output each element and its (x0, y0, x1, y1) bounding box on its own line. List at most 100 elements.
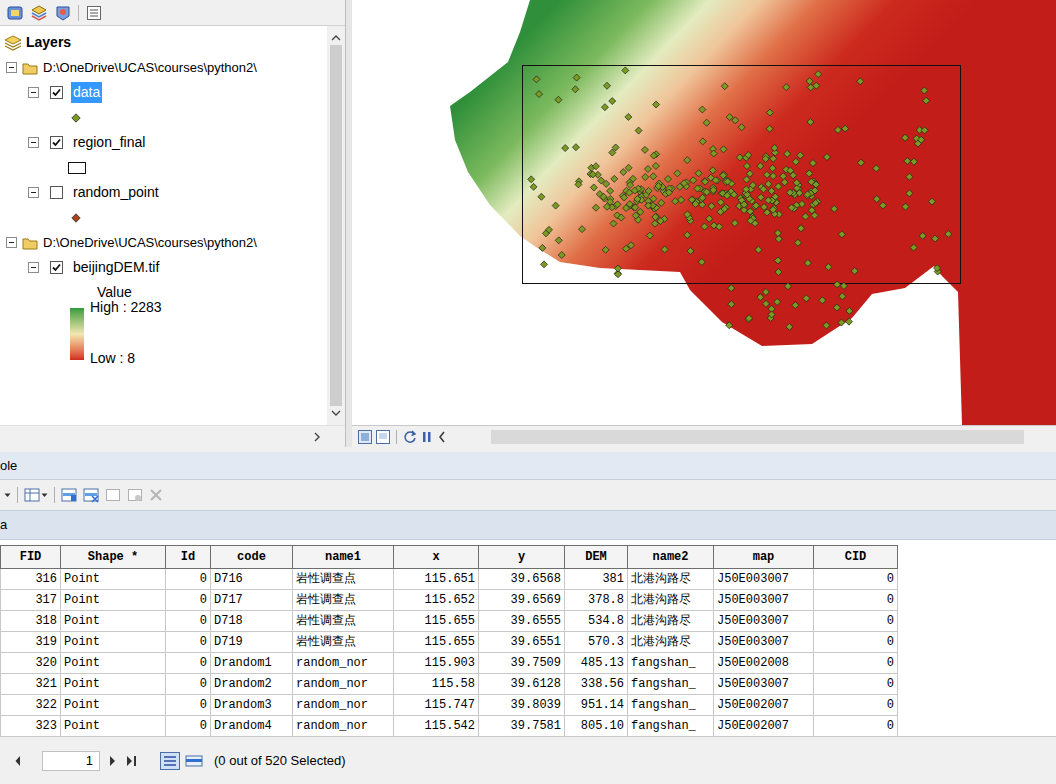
page-field[interactable]: 1 (42, 751, 100, 771)
scroll-up-icon[interactable] (331, 34, 341, 41)
map-point[interactable] (745, 151, 752, 158)
map-point[interactable] (825, 263, 832, 270)
map-point[interactable] (536, 91, 543, 98)
table-cell[interactable]: 北港沟路尽 (628, 569, 714, 590)
map-point[interactable] (724, 178, 731, 185)
map-point[interactable] (614, 265, 621, 272)
expand-toggle-icon[interactable] (28, 87, 39, 98)
show-selected-records-icon[interactable] (184, 752, 204, 770)
map-point[interactable] (533, 76, 540, 83)
layer-row[interactable]: data (0, 80, 327, 105)
table-cell[interactable]: 381 (565, 569, 628, 590)
table-cell[interactable]: 320 (1, 653, 61, 674)
map-point[interactable] (716, 223, 723, 230)
map-point[interactable] (731, 191, 738, 198)
table-cell[interactable]: 0 (814, 590, 898, 611)
list-by-selection-icon[interactable] (85, 4, 103, 22)
map-point[interactable] (573, 74, 580, 81)
map-point[interactable] (910, 244, 917, 251)
table-cell[interactable]: Drandom4 (211, 716, 293, 737)
map-point[interactable] (815, 71, 822, 78)
map-point[interactable] (923, 97, 930, 104)
map-point[interactable] (775, 183, 782, 190)
dropdown-arrow-icon[interactable] (41, 493, 48, 498)
map-point[interactable] (710, 187, 717, 194)
map-point[interactable] (706, 215, 713, 222)
map-point[interactable] (610, 220, 617, 227)
splitter[interactable] (345, 0, 352, 447)
scroll-down-icon[interactable] (331, 410, 341, 417)
toc-root-row[interactable]: Layers (0, 30, 327, 55)
visibility-checkbox[interactable] (50, 86, 63, 99)
map-point[interactable] (902, 203, 909, 210)
table-cell[interactable]: 378.8 (565, 590, 628, 611)
table-cell[interactable]: 115.903 (394, 653, 479, 674)
map-point[interactable] (635, 127, 642, 134)
map-point[interactable] (857, 78, 864, 85)
table-cell[interactable]: 0 (166, 653, 211, 674)
table-cell[interactable]: Point (61, 590, 166, 611)
map-point[interactable] (833, 304, 840, 311)
map-point[interactable] (555, 237, 562, 244)
map-point[interactable] (797, 152, 804, 159)
table-row[interactable]: 318Point0D718岩性调查点115.65539.6555534.8北港沟… (1, 611, 898, 632)
map-point[interactable] (752, 203, 759, 210)
map-point[interactable] (921, 127, 928, 134)
column-header[interactable]: DEM (565, 546, 628, 569)
map-point[interactable] (631, 187, 638, 194)
visibility-checkbox[interactable] (50, 136, 63, 149)
map-point[interactable] (607, 187, 614, 194)
table-cell[interactable]: 0 (814, 611, 898, 632)
map-point[interactable] (614, 201, 621, 208)
map-point[interactable] (650, 152, 657, 159)
map-point[interactable] (798, 201, 805, 208)
map-point[interactable] (902, 134, 909, 141)
table-cell[interactable]: 338.56 (565, 674, 628, 695)
map-point[interactable] (538, 193, 545, 200)
map-point[interactable] (552, 202, 559, 209)
table-cell[interactable]: D716 (211, 569, 293, 590)
table-cell[interactable]: 39.8039 (479, 695, 565, 716)
dem-map[interactable] (352, 0, 1056, 425)
map-point[interactable] (904, 157, 911, 164)
map-point[interactable] (600, 193, 607, 200)
map-point[interactable] (702, 178, 709, 185)
map-point[interactable] (530, 183, 537, 190)
table-row[interactable]: 323Point0Drandom4random_nor115.54239.758… (1, 716, 898, 737)
layer-name[interactable]: data (71, 82, 102, 103)
list-by-source-icon[interactable] (30, 4, 48, 22)
map-point[interactable] (842, 125, 849, 132)
table-cell[interactable]: fangshan_ (628, 716, 714, 737)
map-point[interactable] (834, 126, 841, 133)
map-point[interactable] (762, 288, 769, 295)
table-cell[interactable]: 0 (814, 716, 898, 737)
map-point[interactable] (809, 160, 816, 167)
map-point[interactable] (634, 195, 641, 202)
layer-name[interactable]: random_point (71, 182, 161, 203)
map-point[interactable] (808, 207, 815, 214)
map-point[interactable] (699, 106, 706, 113)
map-point[interactable] (652, 214, 659, 221)
map-point[interactable] (731, 220, 738, 227)
table-row[interactable]: 322Point0Drandom3random_nor115.74739.803… (1, 695, 898, 716)
map-point[interactable] (792, 302, 799, 309)
map-point[interactable] (687, 247, 694, 254)
map-point[interactable] (806, 78, 813, 85)
table-cell[interactable]: J50E003007 (714, 632, 814, 653)
map-point[interactable] (601, 104, 608, 111)
map-point[interactable] (919, 232, 926, 239)
map-point[interactable] (710, 222, 717, 229)
visibility-checkbox[interactable] (50, 186, 63, 199)
map-point[interactable] (726, 114, 733, 121)
map-point[interactable] (676, 183, 683, 190)
column-header[interactable]: Shape * (61, 546, 166, 569)
table-row[interactable]: 320Point0Drandom1random_nor115.90339.750… (1, 653, 898, 674)
map-point[interactable] (760, 186, 767, 193)
related-tables-dropdown[interactable] (24, 487, 48, 503)
map-point[interactable] (698, 258, 705, 265)
map-point[interactable] (721, 83, 728, 90)
column-header[interactable]: x (394, 546, 479, 569)
map-point[interactable] (641, 146, 648, 153)
map-point[interactable] (699, 138, 706, 145)
map-point[interactable] (736, 154, 743, 161)
